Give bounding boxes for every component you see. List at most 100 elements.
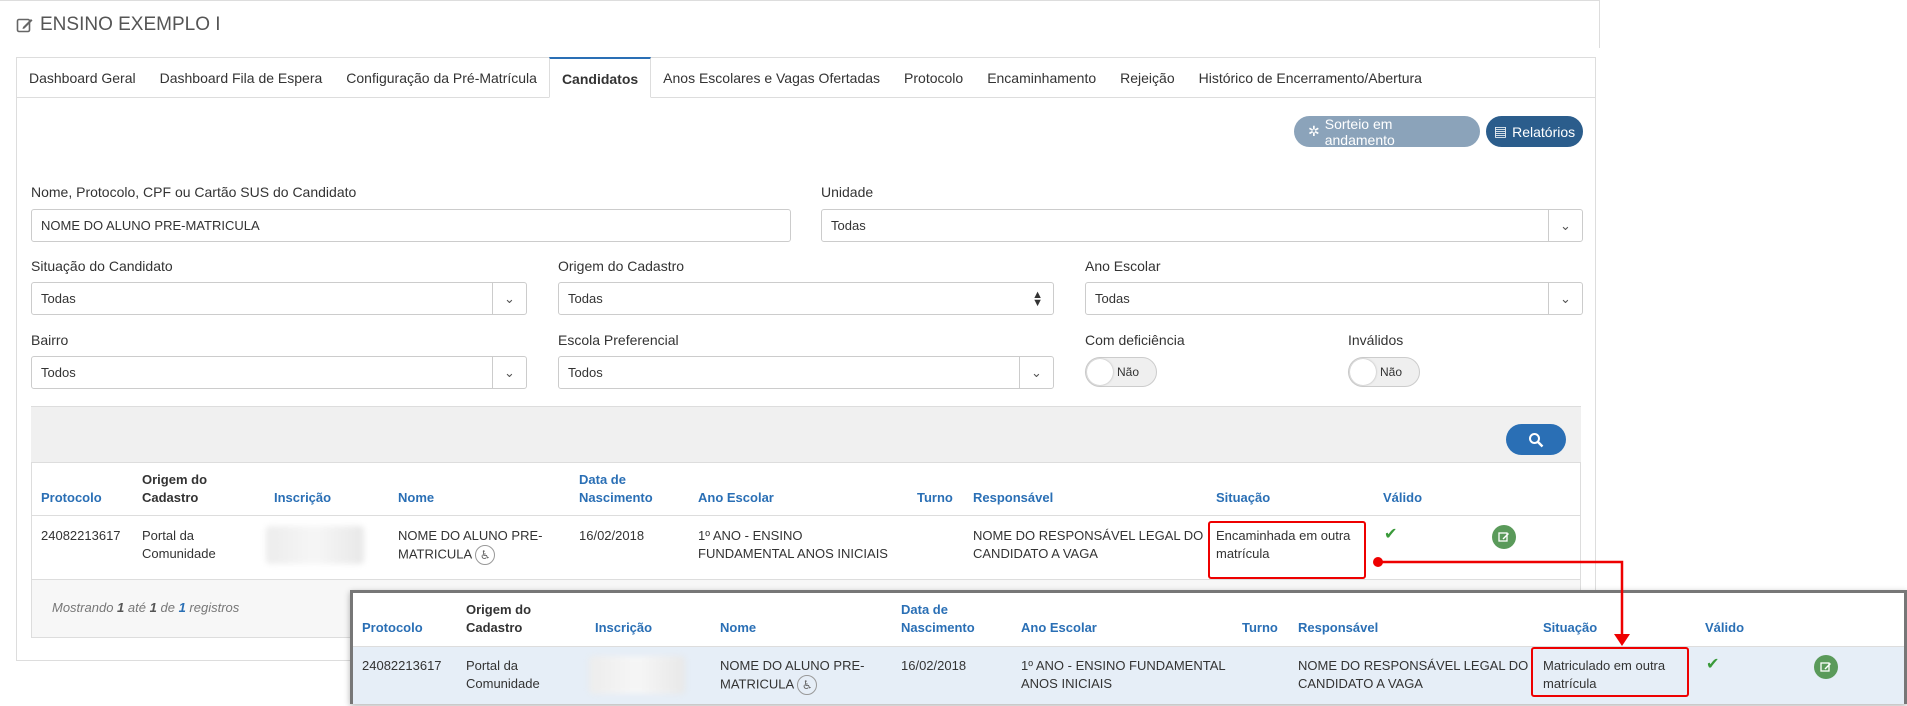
edit-row-button[interactable] (1492, 525, 1516, 549)
ov-th-inscricao: Inscrição (595, 620, 653, 635)
tab-bar: Dashboard Geral Dashboard Fila de Espera… (17, 57, 1595, 98)
tab-rejeicao[interactable]: Rejeição (1108, 58, 1186, 98)
page-header: ENSINO EXEMPLO I (16, 14, 221, 36)
overlay-situacao-highlight-box (1531, 647, 1689, 697)
ov-th-origem-1: Origem do (466, 602, 532, 617)
th-origem-2: Cadastro (142, 490, 199, 505)
relatorios-button[interactable]: ▤ Relatórios (1486, 116, 1583, 147)
footer-to: 1 (149, 600, 157, 615)
ano-select[interactable]: Todas ⌄ (1085, 282, 1583, 315)
invalidos-toggle[interactable]: Não (1348, 357, 1420, 387)
deficiencia-value: Não (1116, 365, 1139, 379)
chevron-down-icon: ⌄ (1548, 283, 1582, 314)
invalidos-label: Inválidos (1348, 332, 1404, 348)
edit-icon (1820, 662, 1831, 672)
ov-valid-check-icon: ✔ (1706, 656, 1720, 673)
ov-th-origem-2: Cadastro (466, 620, 523, 635)
ov-cell-ano-2: ANOS INICIAIS (1021, 676, 1113, 691)
nome-input[interactable]: NOME DO ALUNO PRE-MATRICULA (31, 209, 791, 242)
th-valido[interactable]: Válido (1383, 489, 1422, 506)
ov-th-data-1: Data de (901, 602, 948, 617)
ov-th-nome: Nome (720, 620, 757, 635)
ov-cell-responsavel-2: CANDIDATO A VAGA (1298, 676, 1423, 691)
invalidos-value: Não (1379, 365, 1402, 379)
ov-th-ano: Ano Escolar (1021, 620, 1097, 635)
ov-th-situacao: Situação (1543, 620, 1598, 635)
edit-icon (16, 18, 33, 33)
ov-cell-nome-line2: MATRICULA ♿ (720, 675, 818, 695)
cell-responsavel-2: CANDIDATO A VAGA (973, 546, 1098, 561)
cell-nome-1: NOME DO ALUNO PRE- (398, 528, 543, 543)
tab-configuracao[interactable]: Configuração da Pré-Matrícula (334, 58, 549, 98)
valid-check-icon: ✔ (1384, 526, 1398, 543)
escola-select[interactable]: Todos ⌄ (558, 356, 1054, 389)
bairro-value: Todos (41, 365, 76, 380)
th-turno[interactable]: Turno (917, 489, 953, 506)
th-ano[interactable]: Ano Escolar (698, 489, 774, 506)
footer-from: 1 (117, 600, 125, 615)
search-icon (1529, 432, 1544, 447)
ov-cell-origem-1: Portal da (466, 658, 519, 673)
situacao-label: Situação do Candidato (31, 258, 173, 274)
th-nome[interactable]: Nome (398, 489, 434, 506)
pagination-summary: Mostrando 1 até 1 de 1 registros (52, 600, 239, 615)
cell-ano-1: 1º ANO - ENSINO (698, 528, 803, 543)
ov-th-turno: Turno (1242, 620, 1278, 635)
th-responsavel[interactable]: Responsável (973, 489, 1053, 506)
search-area (31, 406, 1581, 462)
tab-protocolo[interactable]: Protocolo (892, 58, 975, 98)
search-button[interactable] (1506, 424, 1566, 455)
cell-data: 16/02/2018 (579, 528, 645, 543)
nome-input-value: NOME DO ALUNO PRE-MATRICULA (41, 218, 260, 233)
cell-responsavel-1: NOME DO RESPONSÁVEL LEGAL DO (973, 528, 1204, 543)
tab-candidatos[interactable]: Candidatos (548, 57, 652, 98)
escola-label: Escola Preferencial (558, 332, 679, 348)
situacao-select[interactable]: Todas ⌄ (31, 282, 527, 315)
ov-th-data-2: Nascimento (901, 620, 975, 635)
document-icon: ▤ (1493, 123, 1508, 139)
th-protocolo[interactable]: Protocolo (41, 489, 102, 506)
deficiencia-label: Com deficiência (1085, 332, 1185, 348)
ov-cell-nome-1: NOME DO ALUNO PRE- (720, 658, 865, 673)
th-data-2[interactable]: Nascimento (579, 489, 653, 506)
origem-select[interactable]: Todas ▲ ▼ (558, 282, 1054, 315)
unidade-value: Todas (831, 218, 866, 233)
tab-encaminhamento[interactable]: Encaminhamento (975, 58, 1108, 98)
origem-value: Todas (568, 291, 603, 306)
th-situacao[interactable]: Situação (1216, 489, 1270, 506)
ov-cell-responsavel-1: NOME DO RESPONSÁVEL LEGAL DO (1298, 658, 1529, 673)
tab-anos-escolares[interactable]: Anos Escolares e Vagas Ofertadas (651, 58, 892, 98)
bairro-label: Bairro (31, 332, 69, 348)
unidade-label: Unidade (821, 184, 874, 200)
escola-value: Todos (568, 365, 603, 380)
sorteio-button[interactable]: ✲ Sorteio em andamento (1294, 116, 1480, 148)
right-border (1599, 0, 1600, 48)
tab-dashboard-geral[interactable]: Dashboard Geral (17, 58, 148, 98)
spinner-icon: ✲ (1308, 123, 1320, 139)
th-inscricao[interactable]: Inscrição (274, 489, 331, 506)
unidade-select[interactable]: Todas ⌄ (821, 209, 1583, 242)
ov-th-responsavel: Responsável (1298, 620, 1379, 635)
cell-protocolo: 24082213617 (41, 528, 121, 543)
footer-suffix: registros (189, 600, 240, 615)
header-divider (32, 515, 1580, 516)
ov-cell-data: 16/02/2018 (901, 658, 967, 673)
ov-th-valido: Válido (1705, 620, 1745, 635)
chevron-down-icon: ⌄ (1019, 357, 1053, 388)
ano-value: Todas (1095, 291, 1130, 306)
footer-prefix: Mostrando (52, 600, 114, 615)
deficiencia-toggle[interactable]: Não (1085, 357, 1157, 387)
cell-origem-1: Portal da (142, 528, 195, 543)
situacao-highlight-box (1208, 521, 1366, 579)
cell-nome-line2: MATRICULA ♿ (398, 545, 496, 565)
accessibility-icon: ♿ (475, 545, 496, 565)
ano-label: Ano Escolar (1085, 258, 1161, 274)
footer-ate: até (127, 600, 146, 615)
th-data-1[interactable]: Data de (579, 471, 626, 488)
cell-nome-2: MATRICULA (398, 546, 473, 562)
bairro-select[interactable]: Todos ⌄ (31, 356, 527, 389)
ov-cell-nome-2: MATRICULA (720, 676, 795, 692)
tab-dashboard-fila[interactable]: Dashboard Fila de Espera (148, 58, 335, 98)
top-border (0, 0, 1600, 1)
tab-historico[interactable]: Histórico de Encerramento/Abertura (1187, 58, 1434, 98)
